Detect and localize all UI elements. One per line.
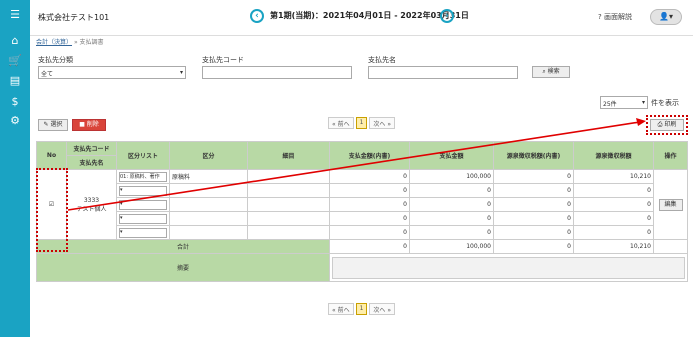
pager-page[interactable]: 1	[355, 303, 368, 315]
pager-next[interactable]: 次へ »	[369, 303, 396, 315]
annotation-arrow	[67, 118, 646, 211]
pager-bottom: « 前へ 1 次へ »	[328, 303, 396, 315]
pager-prev[interactable]: « 前へ	[328, 303, 354, 315]
